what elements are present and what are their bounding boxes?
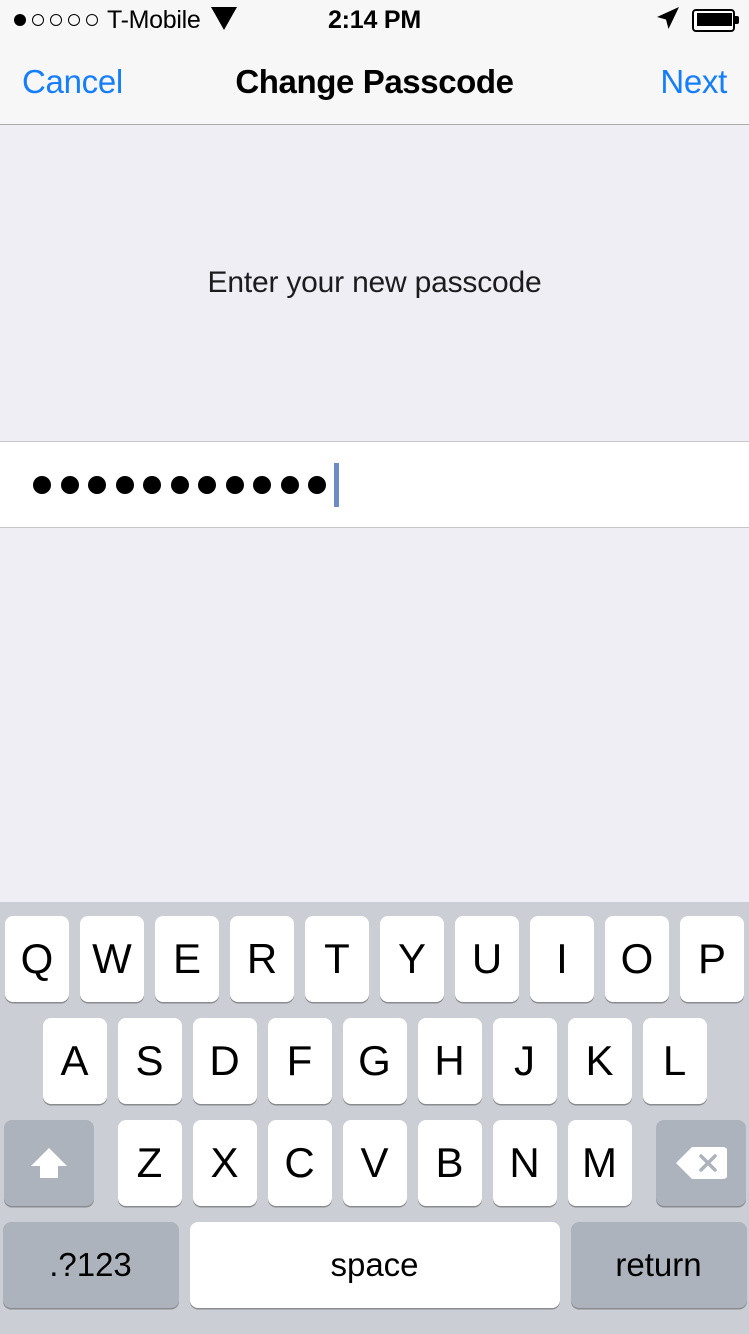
- key-u[interactable]: U: [455, 916, 519, 1002]
- key-r[interactable]: R: [230, 916, 294, 1002]
- key-d[interactable]: D: [192, 1018, 257, 1104]
- delete-key[interactable]: [655, 1120, 746, 1206]
- cancel-button[interactable]: Cancel: [22, 63, 123, 101]
- passcode-dot: [115, 475, 134, 494]
- key-h[interactable]: H: [417, 1018, 482, 1104]
- passcode-dot: [33, 475, 51, 494]
- battery-full-icon: [692, 8, 739, 32]
- key-t[interactable]: T: [305, 916, 369, 1002]
- space-key[interactable]: space: [189, 1222, 560, 1308]
- key-m[interactable]: M: [567, 1120, 632, 1206]
- keyboard-row-4: .?123 space return: [0, 1222, 749, 1308]
- key-c[interactable]: C: [267, 1120, 332, 1206]
- return-key[interactable]: return: [570, 1222, 747, 1308]
- key-x[interactable]: X: [192, 1120, 257, 1206]
- key-j[interactable]: J: [492, 1018, 557, 1104]
- content-spacer: [0, 528, 749, 902]
- numbers-key[interactable]: .?123: [2, 1222, 179, 1308]
- passcode-dot: [198, 475, 216, 494]
- passcode-dot: [60, 475, 79, 494]
- key-q[interactable]: Q: [5, 916, 69, 1002]
- passcode-dot: [253, 475, 271, 494]
- key-w[interactable]: W: [80, 916, 144, 1002]
- status-bar: T-Mobile 2:14 PM: [0, 0, 749, 40]
- keyboard-row-3-letters: ZXCVBNM: [117, 1120, 632, 1206]
- keyboard-row-1: QWERTYUIOP: [0, 916, 749, 1002]
- passcode-dot: [170, 475, 189, 494]
- prompt-area: Enter your new passcode: [0, 125, 749, 441]
- shift-key[interactable]: [3, 1120, 94, 1206]
- key-a[interactable]: A: [42, 1018, 107, 1104]
- key-n[interactable]: N: [492, 1120, 557, 1206]
- key-k[interactable]: K: [567, 1018, 632, 1104]
- passcode-dot: [308, 475, 326, 494]
- shift-icon: [30, 1148, 67, 1178]
- keyboard-row-2: ASDFGHJKL: [0, 1018, 749, 1104]
- key-g[interactable]: G: [342, 1018, 407, 1104]
- passcode-dot: [88, 475, 106, 494]
- key-y[interactable]: Y: [380, 916, 444, 1002]
- passcode-dots: [33, 475, 326, 494]
- passcode-dot: [280, 475, 299, 494]
- iphone-screen: T-Mobile 2:14 PM Cancel Change Passcode …: [0, 0, 749, 1334]
- passcode-dot: [143, 475, 161, 494]
- key-o[interactable]: O: [605, 916, 669, 1002]
- passcode-input[interactable]: [0, 441, 749, 528]
- onscreen-keyboard[interactable]: QWERTYUIOP ASDFGHJKL ZXCVBNM .?123 space…: [0, 902, 749, 1334]
- key-s[interactable]: S: [117, 1018, 182, 1104]
- status-bar-right: [655, 5, 739, 36]
- next-button[interactable]: Next: [660, 63, 727, 101]
- text-caret: [334, 462, 339, 507]
- key-i[interactable]: I: [530, 916, 594, 1002]
- key-z[interactable]: Z: [117, 1120, 182, 1206]
- key-p[interactable]: P: [680, 916, 744, 1002]
- key-v[interactable]: V: [342, 1120, 407, 1206]
- key-f[interactable]: F: [267, 1018, 332, 1104]
- keyboard-row-3: ZXCVBNM: [0, 1120, 749, 1206]
- passcode-dot: [225, 475, 244, 494]
- key-e[interactable]: E: [155, 916, 219, 1002]
- delete-backspace-icon: [675, 1147, 727, 1179]
- passcode-prompt-label: Enter your new passcode: [207, 266, 542, 299]
- status-bar-time: 2:14 PM: [327, 5, 422, 34]
- location-arrow-icon: [655, 5, 681, 36]
- key-b[interactable]: B: [417, 1120, 482, 1206]
- key-l[interactable]: L: [642, 1018, 707, 1104]
- navigation-bar: Cancel Change Passcode Next: [0, 40, 749, 125]
